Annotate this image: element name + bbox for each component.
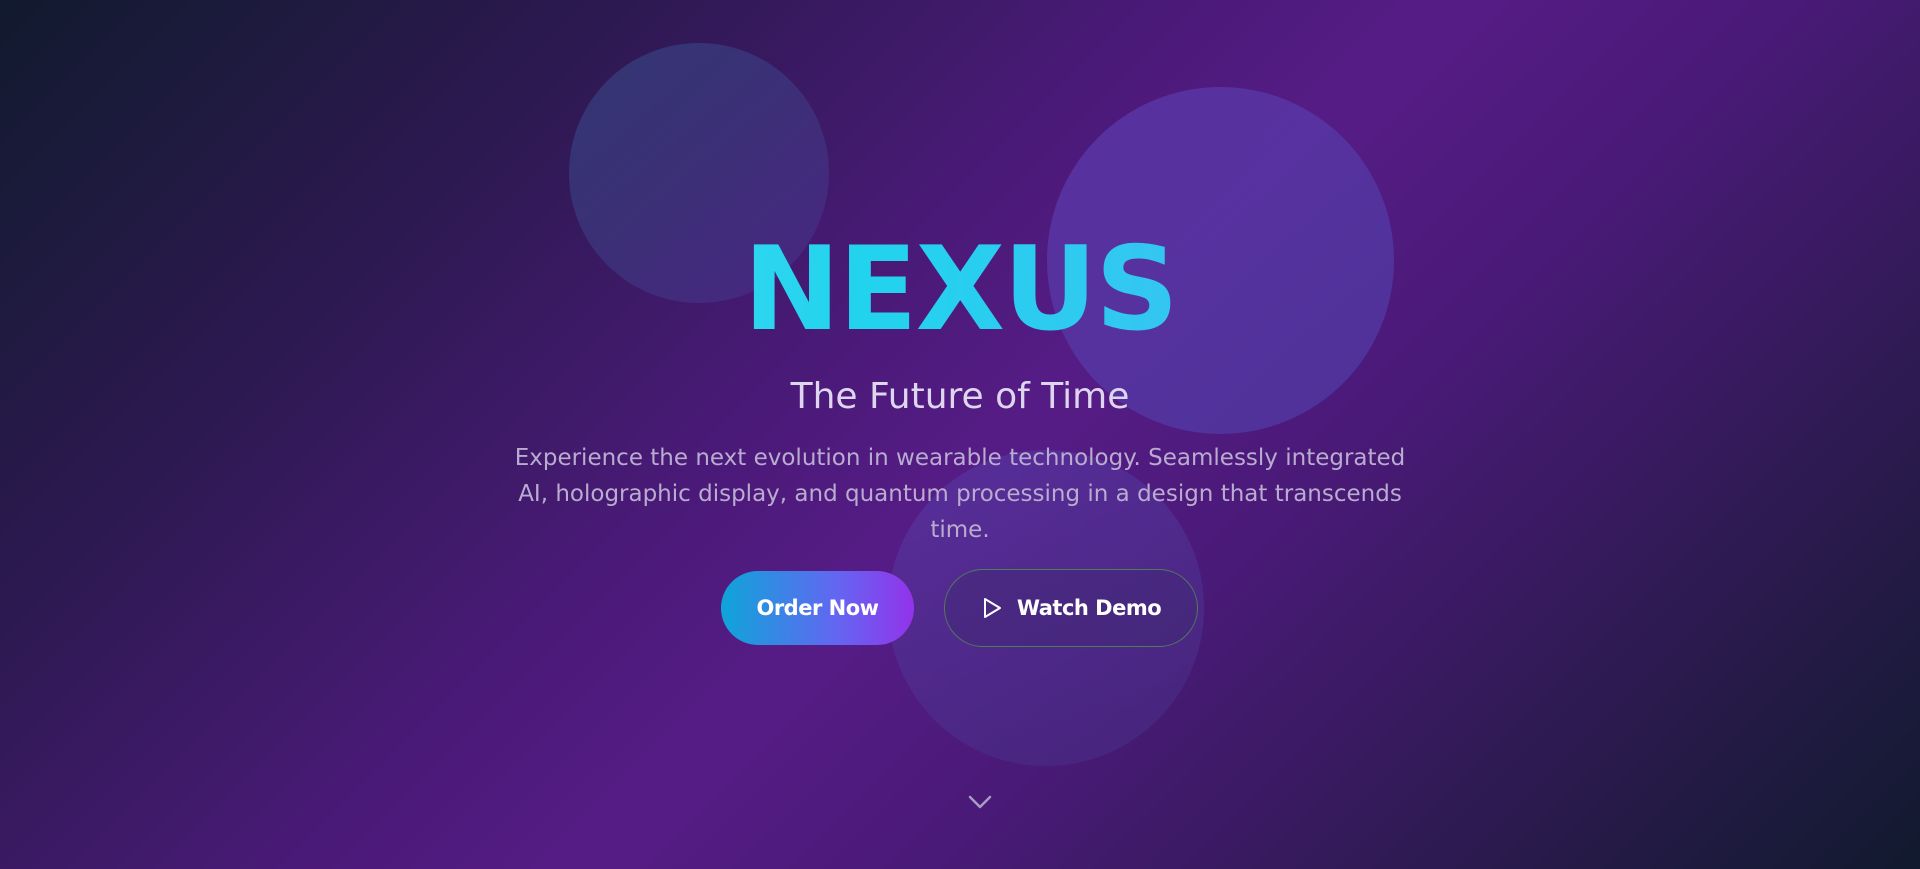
hero-tagline: The Future of Time (790, 376, 1130, 417)
order-now-button[interactable]: Order Now (721, 571, 914, 645)
brand-title: NEXUS (0, 220, 1920, 360)
watch-demo-label: Watch Demo (1016, 596, 1162, 620)
hero-description: Experience the next evolution in wearabl… (514, 445, 1406, 543)
watch-demo-button[interactable]: Watch Demo (944, 569, 1198, 647)
play-icon (981, 596, 1003, 620)
chevron-down-icon[interactable] (966, 790, 994, 814)
hero-section: NEXUS The Future of Time Experience the … (0, 0, 1920, 869)
order-now-label: Order Now (756, 596, 879, 620)
